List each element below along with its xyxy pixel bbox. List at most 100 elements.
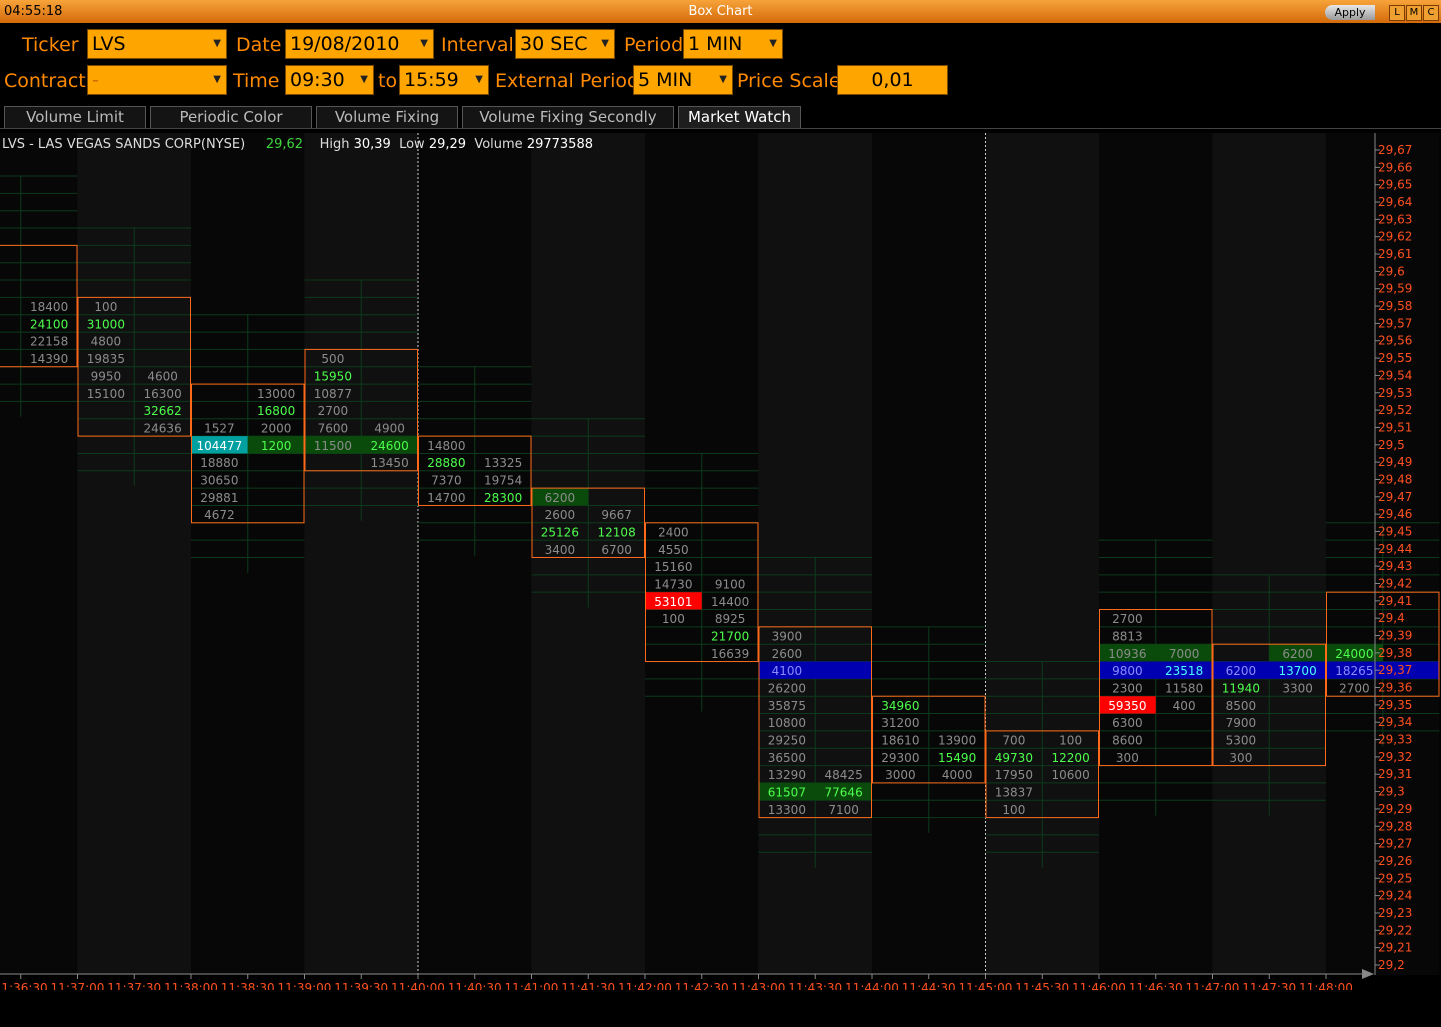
price-tick-label: 29,23 (1378, 906, 1412, 920)
volume-value: 300 (1116, 751, 1139, 765)
price-tick-label: 29,51 (1378, 420, 1412, 434)
volume-value: 34960 (881, 699, 919, 713)
price-tick-label: 29,21 (1378, 941, 1412, 955)
price-scale-input[interactable]: 0,01 (837, 65, 948, 95)
price-tick-label: 29,2 (1378, 958, 1405, 972)
time-tick-label: 11:45:00 (959, 981, 1013, 990)
volume-value: 29773588 (526, 137, 593, 152)
volume-value: 13300 (768, 803, 806, 817)
tab-divider (0, 128, 1441, 129)
price-tick-label: 29,64 (1378, 195, 1412, 209)
window-button-m[interactable]: M (1406, 5, 1422, 21)
volume-value: 10800 (768, 716, 806, 730)
volume-value: 4000 (942, 768, 973, 782)
tab-volume-limit[interactable]: Volume Limit (4, 106, 146, 128)
volume-value: 12200 (1052, 751, 1090, 765)
price-tick-label: 29,33 (1378, 733, 1412, 747)
tab-market-watch[interactable]: Market Watch (678, 106, 801, 128)
volume-value: 3900 (772, 630, 803, 644)
minute-band (304, 133, 418, 975)
minute-band (1212, 133, 1326, 975)
chevron-down-icon: ▼ (769, 38, 777, 49)
date-select[interactable]: 19/08/2010 ▼ (285, 29, 434, 59)
volume-value: 2700 (318, 404, 349, 418)
price-tick-label: 29,3 (1378, 785, 1405, 799)
time-tick-label: 11:38:30 (221, 981, 275, 990)
price-tick-label: 29,22 (1378, 923, 1412, 937)
volume-value: 15160 (654, 560, 692, 574)
volume-value: 104477 (196, 439, 242, 453)
time-tick-label: 11:47:30 (1242, 981, 1296, 990)
volume-value: 100 (1002, 803, 1025, 817)
apply-button[interactable]: Apply (1325, 5, 1375, 20)
volume-value: 9800 (1112, 664, 1143, 678)
time-tick-label: 11:42:00 (618, 981, 672, 990)
volume-value: 4800 (91, 335, 122, 349)
volume-value: 6200 (1282, 647, 1313, 661)
box-chart[interactable]: 0000184006724100022158801439010031000480… (0, 133, 1441, 990)
ticker-select[interactable]: LVS ▼ (87, 29, 227, 59)
instrument-name: LVS - LAS VEGAS SANDS CORP(NYSE) (2, 137, 246, 152)
price-tick-label: 29,45 (1378, 524, 1412, 538)
tab-volume-fixing-secondly[interactable]: Volume Fixing Secondly (462, 106, 674, 128)
volume-value: 18880 (200, 456, 238, 470)
volume-value: 7000 (1169, 647, 1200, 661)
volume-value: 7600 (318, 421, 349, 435)
volume-value: 13290 (768, 768, 806, 782)
volume-value: 9950 (91, 369, 122, 383)
contract-select[interactable]: - ▼ (87, 65, 227, 95)
volume-value: 2700 (1339, 682, 1370, 696)
time-tick-label: 11:39:30 (334, 981, 388, 990)
volume-value: 77646 (825, 786, 863, 800)
volume-value: 2300 (1112, 682, 1143, 696)
date-label: Date (236, 34, 282, 56)
period-select[interactable]: 1 MIN ▼ (683, 29, 783, 59)
time-tick-label: 11:37:00 (51, 981, 105, 990)
price-tick-label: 29,58 (1378, 299, 1412, 313)
interval-select[interactable]: 30 SEC ▼ (515, 29, 615, 59)
window-title: Box Chart (688, 4, 753, 19)
interval-label: Interval (441, 34, 514, 56)
price-tick-label: 29,27 (1378, 837, 1412, 851)
date-value: 19/08/2010 (290, 33, 400, 55)
time-tick-label: 11:43:30 (788, 981, 842, 990)
volume-value: 6200 (545, 491, 576, 505)
time-tick-label: 11:40:00 (391, 981, 445, 990)
volume-value: 8600 (1112, 734, 1143, 748)
volume-value: 8500 (1226, 699, 1257, 713)
volume-value: 10877 (314, 387, 352, 401)
volume-value: 15100 (87, 387, 125, 401)
volume-value: 2400 (658, 525, 689, 539)
last-price: 29,62 (265, 137, 304, 152)
high-value: 30,39 (353, 137, 391, 152)
volume-value: 14800 (427, 439, 465, 453)
window-button-c[interactable]: C (1423, 5, 1439, 21)
volume-value: 3000 (885, 768, 916, 782)
time-to-select[interactable]: 15:59 ▼ (399, 65, 489, 95)
price-tick-label: 29,31 (1378, 767, 1412, 781)
volume-value: 24100 (30, 317, 68, 331)
volume-value: 1200 (261, 439, 292, 453)
volume-value: 21700 (711, 630, 749, 644)
price-tick-label: 29,25 (1378, 871, 1412, 885)
volume-value: 17950 (995, 768, 1033, 782)
tab-volume-fixing[interactable]: Volume Fixing (316, 106, 458, 128)
external-period-select[interactable]: 5 MIN ▼ (633, 65, 733, 95)
volume-value: 11580 (1165, 682, 1203, 696)
ticker-value: LVS (92, 33, 126, 55)
title-bar: 04:55:18 Box Chart Apply L M C (0, 0, 1441, 23)
window-button-l[interactable]: L (1389, 5, 1405, 21)
volume-value: 10936 (1108, 647, 1146, 661)
volume-value: 11500 (314, 439, 352, 453)
tab-periodic-color[interactable]: Periodic Color (150, 106, 312, 128)
time-from-select[interactable]: 09:30 ▼ (285, 65, 374, 95)
volume-value: 7100 (828, 803, 859, 817)
external-period-value: 5 MIN (638, 69, 693, 91)
price-tick-label: 29,47 (1378, 490, 1412, 504)
contract-label: Contract (4, 70, 86, 92)
volume-value: 30650 (200, 473, 238, 487)
volume-value: 4600 (147, 369, 178, 383)
volume-value: 100 (1059, 734, 1082, 748)
volume-value: 13700 (1279, 664, 1317, 678)
volume-value: 700 (1002, 734, 1025, 748)
